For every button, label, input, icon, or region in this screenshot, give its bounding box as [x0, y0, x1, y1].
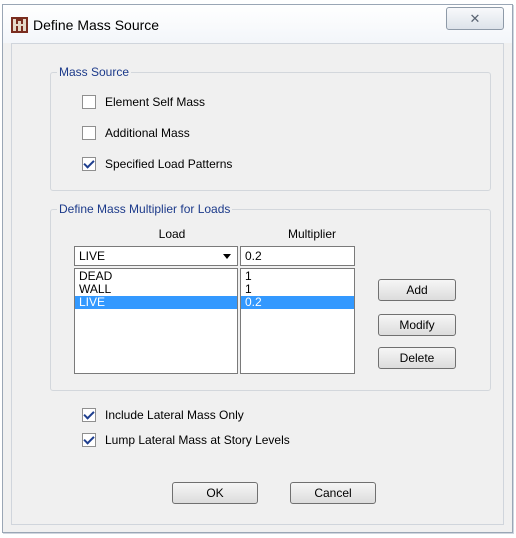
- multiplier-list[interactable]: 1 1 0.2: [240, 268, 355, 374]
- list-item[interactable]: 1: [241, 270, 354, 283]
- element-self-mass-label: Element Self Mass: [105, 95, 206, 109]
- specified-load-patterns-label: Specified Load Patterns: [105, 157, 233, 171]
- additional-mass-checkbox[interactable]: [82, 126, 96, 140]
- include-lateral-mass-checkbox[interactable]: [82, 408, 96, 422]
- additional-mass-option[interactable]: Additional Mass: [82, 126, 190, 140]
- load-select[interactable]: LIVE: [74, 246, 238, 266]
- cancel-button[interactable]: Cancel: [290, 482, 376, 504]
- mass-source-legend: Mass Source: [59, 65, 130, 79]
- specified-load-patterns-option[interactable]: Specified Load Patterns: [82, 157, 232, 171]
- title-bar: Define Mass Source ✕: [3, 5, 512, 43]
- include-lateral-mass-option[interactable]: Include Lateral Mass Only: [82, 408, 244, 422]
- load-list[interactable]: DEAD WALL LIVE: [74, 268, 238, 374]
- modify-button[interactable]: Modify: [378, 314, 456, 336]
- list-item[interactable]: LIVE: [75, 296, 237, 309]
- lump-lateral-mass-option[interactable]: Lump Lateral Mass at Story Levels: [82, 433, 290, 447]
- list-item[interactable]: 0.2: [241, 296, 354, 309]
- chevron-down-icon[interactable]: [223, 254, 231, 259]
- specified-load-patterns-checkbox[interactable]: [82, 157, 96, 171]
- window-title: Define Mass Source: [33, 17, 160, 33]
- multiplier-input-value: 0.2: [245, 249, 262, 263]
- element-self-mass-option[interactable]: Element Self Mass: [82, 95, 205, 109]
- lump-lateral-mass-label: Lump Lateral Mass at Story Levels: [105, 433, 290, 447]
- etabs-app-icon: [11, 17, 28, 33]
- mass-multiplier-legend: Define Mass Multiplier for Loads: [59, 202, 231, 216]
- additional-mass-label: Additional Mass: [105, 126, 190, 140]
- ok-button[interactable]: OK: [172, 482, 258, 504]
- define-mass-source-dialog: Define Mass Source ✕ Mass Source Element…: [2, 4, 513, 533]
- close-button[interactable]: ✕: [446, 7, 504, 30]
- load-select-value: LIVE: [79, 249, 106, 263]
- add-button[interactable]: Add: [378, 279, 456, 301]
- include-lateral-mass-label: Include Lateral Mass Only: [105, 408, 244, 422]
- close-icon: ✕: [469, 11, 481, 26]
- lump-lateral-mass-checkbox[interactable]: [82, 433, 96, 447]
- load-column-header: Load: [158, 227, 186, 241]
- multiplier-column-header: Multiplier: [287, 227, 336, 241]
- delete-button[interactable]: Delete: [378, 347, 456, 369]
- dialog-body: Mass Source Element Self Mass Additional…: [11, 43, 504, 525]
- multiplier-input[interactable]: 0.2: [240, 246, 355, 266]
- element-self-mass-checkbox[interactable]: [82, 95, 96, 109]
